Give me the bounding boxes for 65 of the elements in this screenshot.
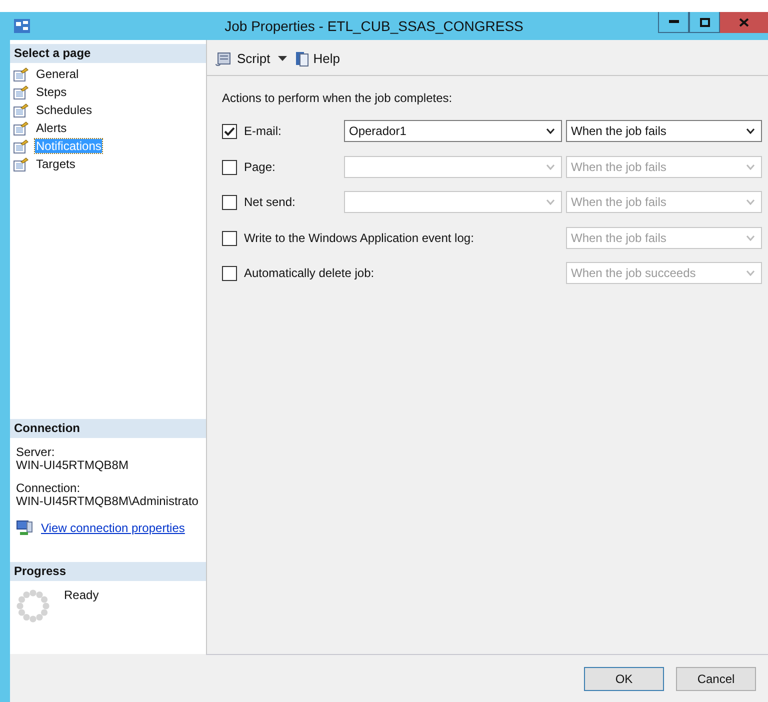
- page-icon: [13, 156, 29, 172]
- option-label: E-mail:: [244, 124, 282, 138]
- dropdown-value: When the job fails: [571, 195, 666, 209]
- computer-icon: [16, 520, 34, 536]
- checkbox[interactable]: [222, 230, 237, 246]
- spinner-icon: [16, 589, 50, 623]
- chevron-icon: [746, 164, 755, 170]
- minimize-button[interactable]: [658, 12, 689, 33]
- dropdown-value: When the job fails: [571, 160, 666, 174]
- close-button[interactable]: [720, 12, 768, 33]
- chevron-icon: [546, 164, 555, 170]
- connection-name: WIN-UI45RTMQB8M\Administrato: [16, 495, 200, 508]
- page-icon: [13, 120, 29, 136]
- page-list-item[interactable]: Steps: [35, 85, 68, 99]
- option-label: Net send:: [244, 195, 296, 209]
- checkbox[interactable]: [222, 160, 237, 174]
- page-icon: [13, 84, 29, 100]
- close-icon: [739, 18, 749, 26]
- checkbox[interactable]: [222, 124, 237, 139]
- panel-header: Connection: [10, 419, 206, 438]
- panel-header: Select a page: [10, 44, 206, 63]
- dialog-button[interactable]: OK: [584, 666, 664, 690]
- maximize-button[interactable]: [689, 12, 720, 33]
- intro-text: Actions to perform when the job completes:: [222, 91, 454, 105]
- dialog-button[interactable]: Cancel: [676, 666, 756, 690]
- scroll-icon: [215, 50, 233, 66]
- condition-dropdown[interactable]: When the job fails: [566, 120, 762, 142]
- connection-properties-link[interactable]: View connection properties: [41, 521, 185, 535]
- script-button[interactable]: Script: [215, 50, 270, 66]
- dropdown-value: When the job fails: [571, 124, 666, 138]
- minimize-icon: [668, 20, 678, 24]
- page-list-item[interactable]: Targets: [35, 157, 76, 171]
- app-icon: [14, 19, 30, 33]
- page-icon: [13, 102, 29, 118]
- panel-header: Progress: [10, 562, 206, 581]
- dropdown-value: Operador1: [349, 124, 406, 138]
- page-list-item[interactable]: General: [35, 67, 80, 81]
- page-icon: [13, 138, 29, 154]
- dropdown-value: When the job fails: [571, 230, 666, 244]
- page-list-item[interactable]: Alerts: [35, 121, 68, 135]
- caret-icon[interactable]: [278, 56, 288, 61]
- checkbox[interactable]: [222, 195, 237, 210]
- chevron-icon: [746, 270, 755, 276]
- check-icon: [224, 127, 235, 136]
- book-icon: [295, 50, 310, 66]
- option-label: Automatically delete job:: [244, 266, 374, 280]
- chevron-icon: [746, 199, 755, 205]
- option-label: Write to the Windows Application event log:: [244, 230, 474, 244]
- progress-status: Ready: [64, 589, 99, 604]
- server-name: WIN-UI45RTMQB8M: [16, 459, 130, 472]
- connection-label: Connection:: [16, 482, 82, 495]
- chevron-icon: [546, 199, 555, 205]
- window-title: Job Properties - ETL_CUB_SSAS_CONGRESS: [224, 18, 524, 34]
- server-label: Server:: [16, 446, 56, 459]
- chevron-icon: [746, 234, 755, 240]
- page-icon: [13, 66, 29, 82]
- checkbox[interactable]: [222, 266, 237, 281]
- operator-dropdown[interactable]: Operador1: [344, 120, 562, 142]
- dropdown-value: When the job succeeds: [571, 266, 696, 280]
- maximize-icon: [700, 18, 710, 26]
- page-list-item[interactable]: Schedules: [35, 103, 94, 117]
- chevron-icon: [546, 128, 555, 134]
- chevron-icon: [746, 128, 755, 134]
- option-label: Page:: [244, 160, 276, 174]
- help-button[interactable]: Help: [295, 50, 340, 66]
